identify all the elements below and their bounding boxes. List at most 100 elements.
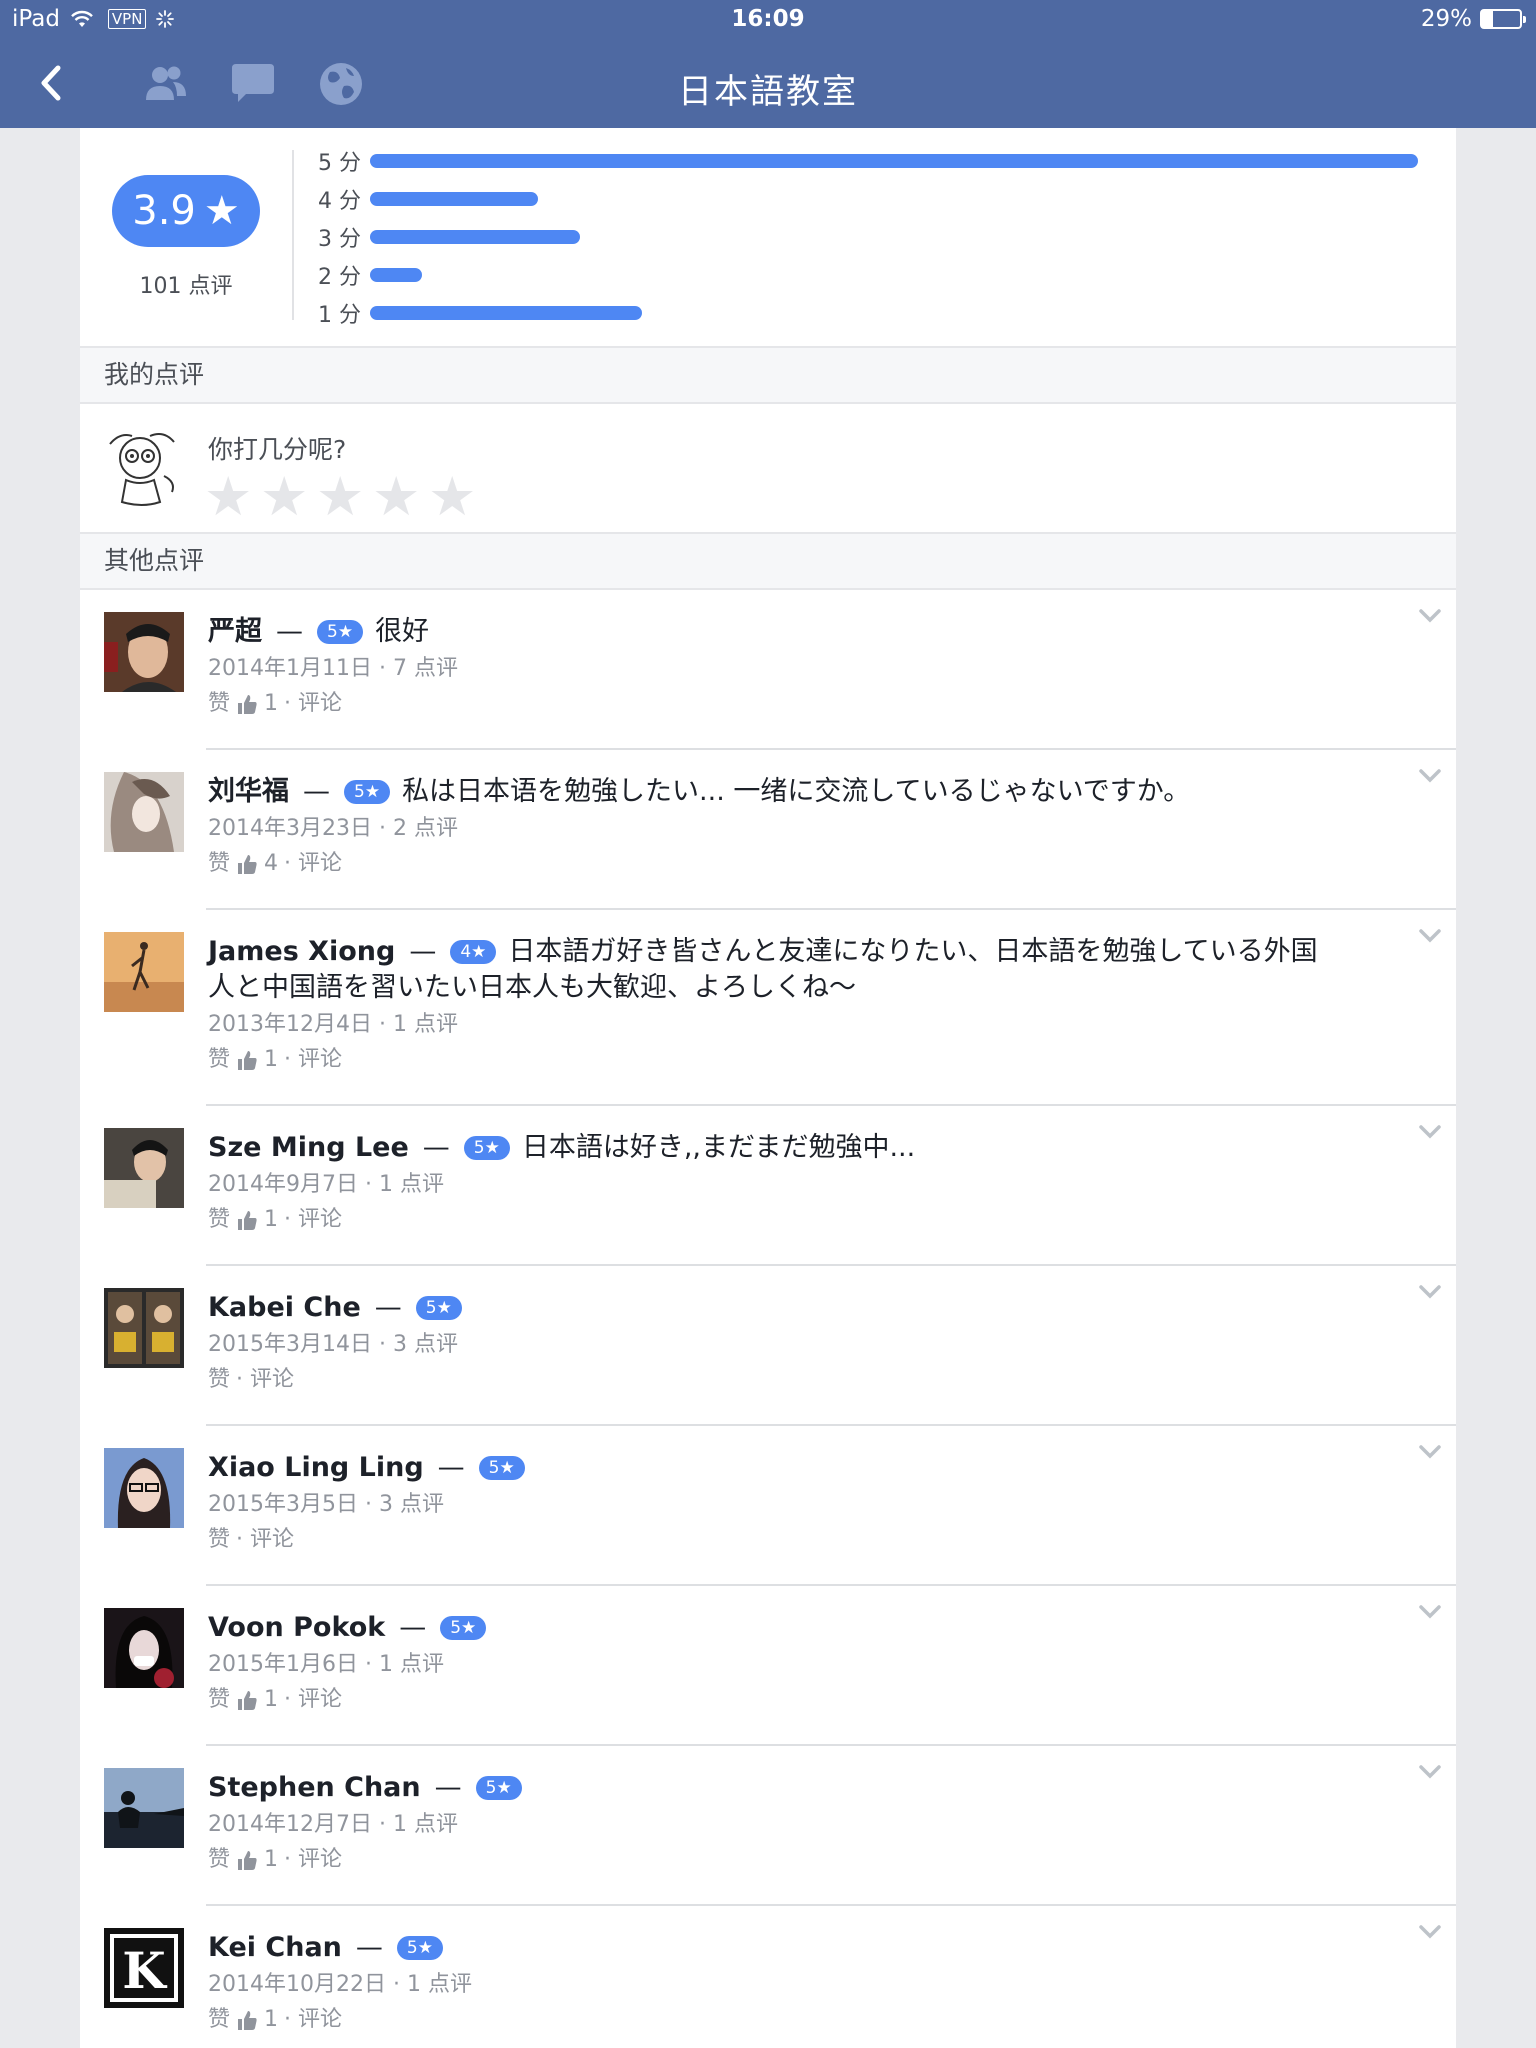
battery-percent: 29% bbox=[1420, 6, 1472, 32]
review-actions: 赞 1 · 评论 bbox=[208, 1682, 1328, 1718]
comment-link[interactable]: · 评论 bbox=[284, 846, 342, 882]
review-actions: 赞 4 · 评论 bbox=[208, 846, 1328, 882]
thumbs-up-icon bbox=[238, 1851, 257, 1870]
rating-star-1[interactable]: ★ bbox=[204, 470, 252, 524]
comment-link[interactable]: · 评论 bbox=[284, 2002, 342, 2038]
thumbs-up-icon bbox=[238, 1691, 257, 1710]
distribution-bar bbox=[370, 230, 580, 244]
chevron-down-icon[interactable] bbox=[1418, 1444, 1442, 1460]
reviewer-name[interactable]: Sze Ming Lee bbox=[208, 1132, 409, 1163]
review-body: James Xiong —4★ 日本語ガ好き皆さんと友達になりたい、日本語を勉強して… bbox=[208, 934, 1328, 1078]
rating-star-2[interactable]: ★ bbox=[260, 470, 308, 524]
comment-link[interactable]: · 评论 bbox=[236, 1362, 294, 1398]
chevron-down-icon[interactable] bbox=[1418, 608, 1442, 624]
review-item: Sze Ming Lee — 5★ 日本語は好き,,まだまだ勉強中... 2014年9… bbox=[80, 1106, 1456, 1266]
like-link[interactable]: 赞 bbox=[208, 2002, 230, 2038]
review-actions: 赞 1 · 评论 bbox=[208, 1042, 1328, 1078]
chevron-down-icon[interactable] bbox=[1418, 1924, 1442, 1940]
rating-badge: 5★ bbox=[415, 1296, 462, 1320]
rating-star-picker[interactable]: ★ ★ ★ ★ ★ bbox=[204, 470, 476, 524]
rating-badge: 4★ bbox=[450, 940, 497, 964]
review-body: Kabei Che — 5★ 2015年3月14日 · 3 点评 赞 · 评论 bbox=[208, 1290, 1328, 1398]
rating-badge: 5★ bbox=[344, 780, 391, 804]
review-actions: 赞 · 评论 bbox=[208, 1522, 1328, 1558]
review-item: 严超 — 5★ 很好 2014年1月11日 · 7 点评 赞 1 · 评论 bbox=[80, 590, 1456, 750]
distribution-row: 4 分 bbox=[318, 184, 1418, 214]
distribution-track bbox=[370, 230, 1418, 244]
like-link[interactable]: 赞 bbox=[208, 686, 230, 722]
avatar[interactable] bbox=[104, 1128, 184, 1208]
chevron-down-icon[interactable] bbox=[1418, 1284, 1442, 1300]
thumbs-up-icon bbox=[238, 695, 257, 714]
reviewer-name[interactable]: Xiao Ling Ling bbox=[208, 1452, 424, 1483]
nav-bar: 日本語教室 bbox=[0, 40, 1536, 128]
review-item: James Xiong —4★ 日本語ガ好き皆さんと友達になりたい、日本語を勉強して… bbox=[80, 910, 1456, 1106]
review-actions: 赞 · 评论 bbox=[208, 1362, 1328, 1398]
review-headline: Stephen Chan — 5★ bbox=[208, 1770, 1328, 1806]
comment-link[interactable]: · 评论 bbox=[284, 1682, 342, 1718]
rating-badge: 5★ bbox=[478, 1456, 525, 1480]
like-link[interactable]: 赞 bbox=[208, 1042, 230, 1078]
user-avatar[interactable] bbox=[102, 426, 186, 510]
avatar[interactable] bbox=[104, 1768, 184, 1848]
separator-dash: — bbox=[422, 1132, 450, 1163]
reviewer-name[interactable]: Kei Chan bbox=[208, 1932, 342, 1963]
reviewer-name[interactable]: Voon Pokok bbox=[208, 1612, 385, 1643]
like-link[interactable]: 赞 bbox=[208, 846, 230, 882]
reviewer-name[interactable]: 刘华福 bbox=[208, 776, 289, 807]
rating-star-4[interactable]: ★ bbox=[372, 470, 420, 524]
page-title: 日本語教室 bbox=[678, 72, 858, 112]
reviewer-name[interactable]: 严超 bbox=[208, 616, 262, 647]
my-review-header: 我的点评 bbox=[80, 346, 1456, 404]
review-meta: 2014年3月23日 · 2 点评 bbox=[208, 816, 458, 841]
avatar[interactable] bbox=[104, 1448, 184, 1528]
comment-link[interactable]: · 评论 bbox=[236, 1522, 294, 1558]
review-headline: Kei Chan — 5★ bbox=[208, 1930, 1328, 1966]
comment-link[interactable]: · 评论 bbox=[284, 1042, 342, 1078]
chevron-down-icon[interactable] bbox=[1418, 1764, 1442, 1780]
review-body: Kei Chan — 5★ 2014年10月22日 · 1 点评 赞 1 · 评论 bbox=[208, 1930, 1328, 2038]
distribution-bar bbox=[370, 268, 423, 282]
avatar[interactable] bbox=[104, 1608, 184, 1688]
status-bar: iPad VPN 16:09 29% bbox=[0, 0, 1536, 40]
rating-star-3[interactable]: ★ bbox=[316, 470, 364, 524]
review-item: Kabei Che — 5★ 2015年3月14日 · 3 点评 赞 · 评论 bbox=[80, 1266, 1456, 1426]
reviewer-name[interactable]: James Xiong bbox=[208, 936, 395, 967]
avatar[interactable] bbox=[104, 932, 184, 1012]
separator-dash: — bbox=[276, 616, 303, 647]
distribution-label: 4 分 bbox=[318, 189, 361, 214]
distribution-label: 2 分 bbox=[318, 265, 361, 290]
comment-link[interactable]: · 评论 bbox=[284, 1202, 342, 1238]
separator-dash: — bbox=[303, 776, 330, 807]
like-link[interactable]: 赞 bbox=[208, 1842, 230, 1878]
thumbs-up-icon bbox=[238, 855, 257, 874]
review-body: Sze Ming Lee — 5★ 日本語は好き,,まだまだ勉強中... 2014年9… bbox=[208, 1130, 1328, 1238]
like-link[interactable]: 赞 bbox=[208, 1362, 230, 1398]
chevron-down-icon[interactable] bbox=[1418, 1124, 1442, 1140]
like-link[interactable]: 赞 bbox=[208, 1682, 230, 1718]
separator-dash: — bbox=[434, 1772, 462, 1803]
comment-link[interactable]: · 评论 bbox=[284, 1842, 342, 1878]
like-link[interactable]: 赞 bbox=[208, 1202, 230, 1238]
avatar[interactable] bbox=[104, 772, 184, 852]
reviewer-name[interactable]: Stephen Chan bbox=[208, 1772, 421, 1803]
chevron-down-icon[interactable] bbox=[1418, 928, 1442, 944]
reviews-panel: 3.9 ★ 101 点评 5 分 4 分 3 分 2 分 1 分 我的点评 你打… bbox=[80, 128, 1456, 2048]
avatar[interactable]: K bbox=[104, 1928, 184, 2008]
like-count: 1 bbox=[264, 1047, 279, 1072]
distribution-track bbox=[370, 192, 1418, 206]
chevron-down-icon[interactable] bbox=[1418, 768, 1442, 784]
rating-star-5[interactable]: ★ bbox=[428, 470, 476, 524]
reviewer-name[interactable]: Kabei Che bbox=[208, 1292, 361, 1323]
avatar[interactable] bbox=[104, 1288, 184, 1368]
review-meta: 2014年9月7日 · 1 点评 bbox=[208, 1172, 444, 1197]
review-item: Stephen Chan — 5★ 2014年12月7日 · 1 点评 赞 1 · … bbox=[80, 1746, 1456, 1906]
comment-link[interactable]: · 评论 bbox=[284, 686, 342, 722]
chevron-down-icon[interactable] bbox=[1418, 1604, 1442, 1620]
avatar[interactable] bbox=[104, 612, 184, 692]
like-link[interactable]: 赞 bbox=[208, 1522, 230, 1558]
distribution-row: 3 分 bbox=[318, 222, 1418, 252]
review-headline: 严超 — 5★ 很好 bbox=[208, 614, 1328, 650]
review-body: Stephen Chan — 5★ 2014年12月7日 · 1 点评 赞 1 · … bbox=[208, 1770, 1328, 1878]
distribution-track bbox=[370, 306, 1418, 320]
